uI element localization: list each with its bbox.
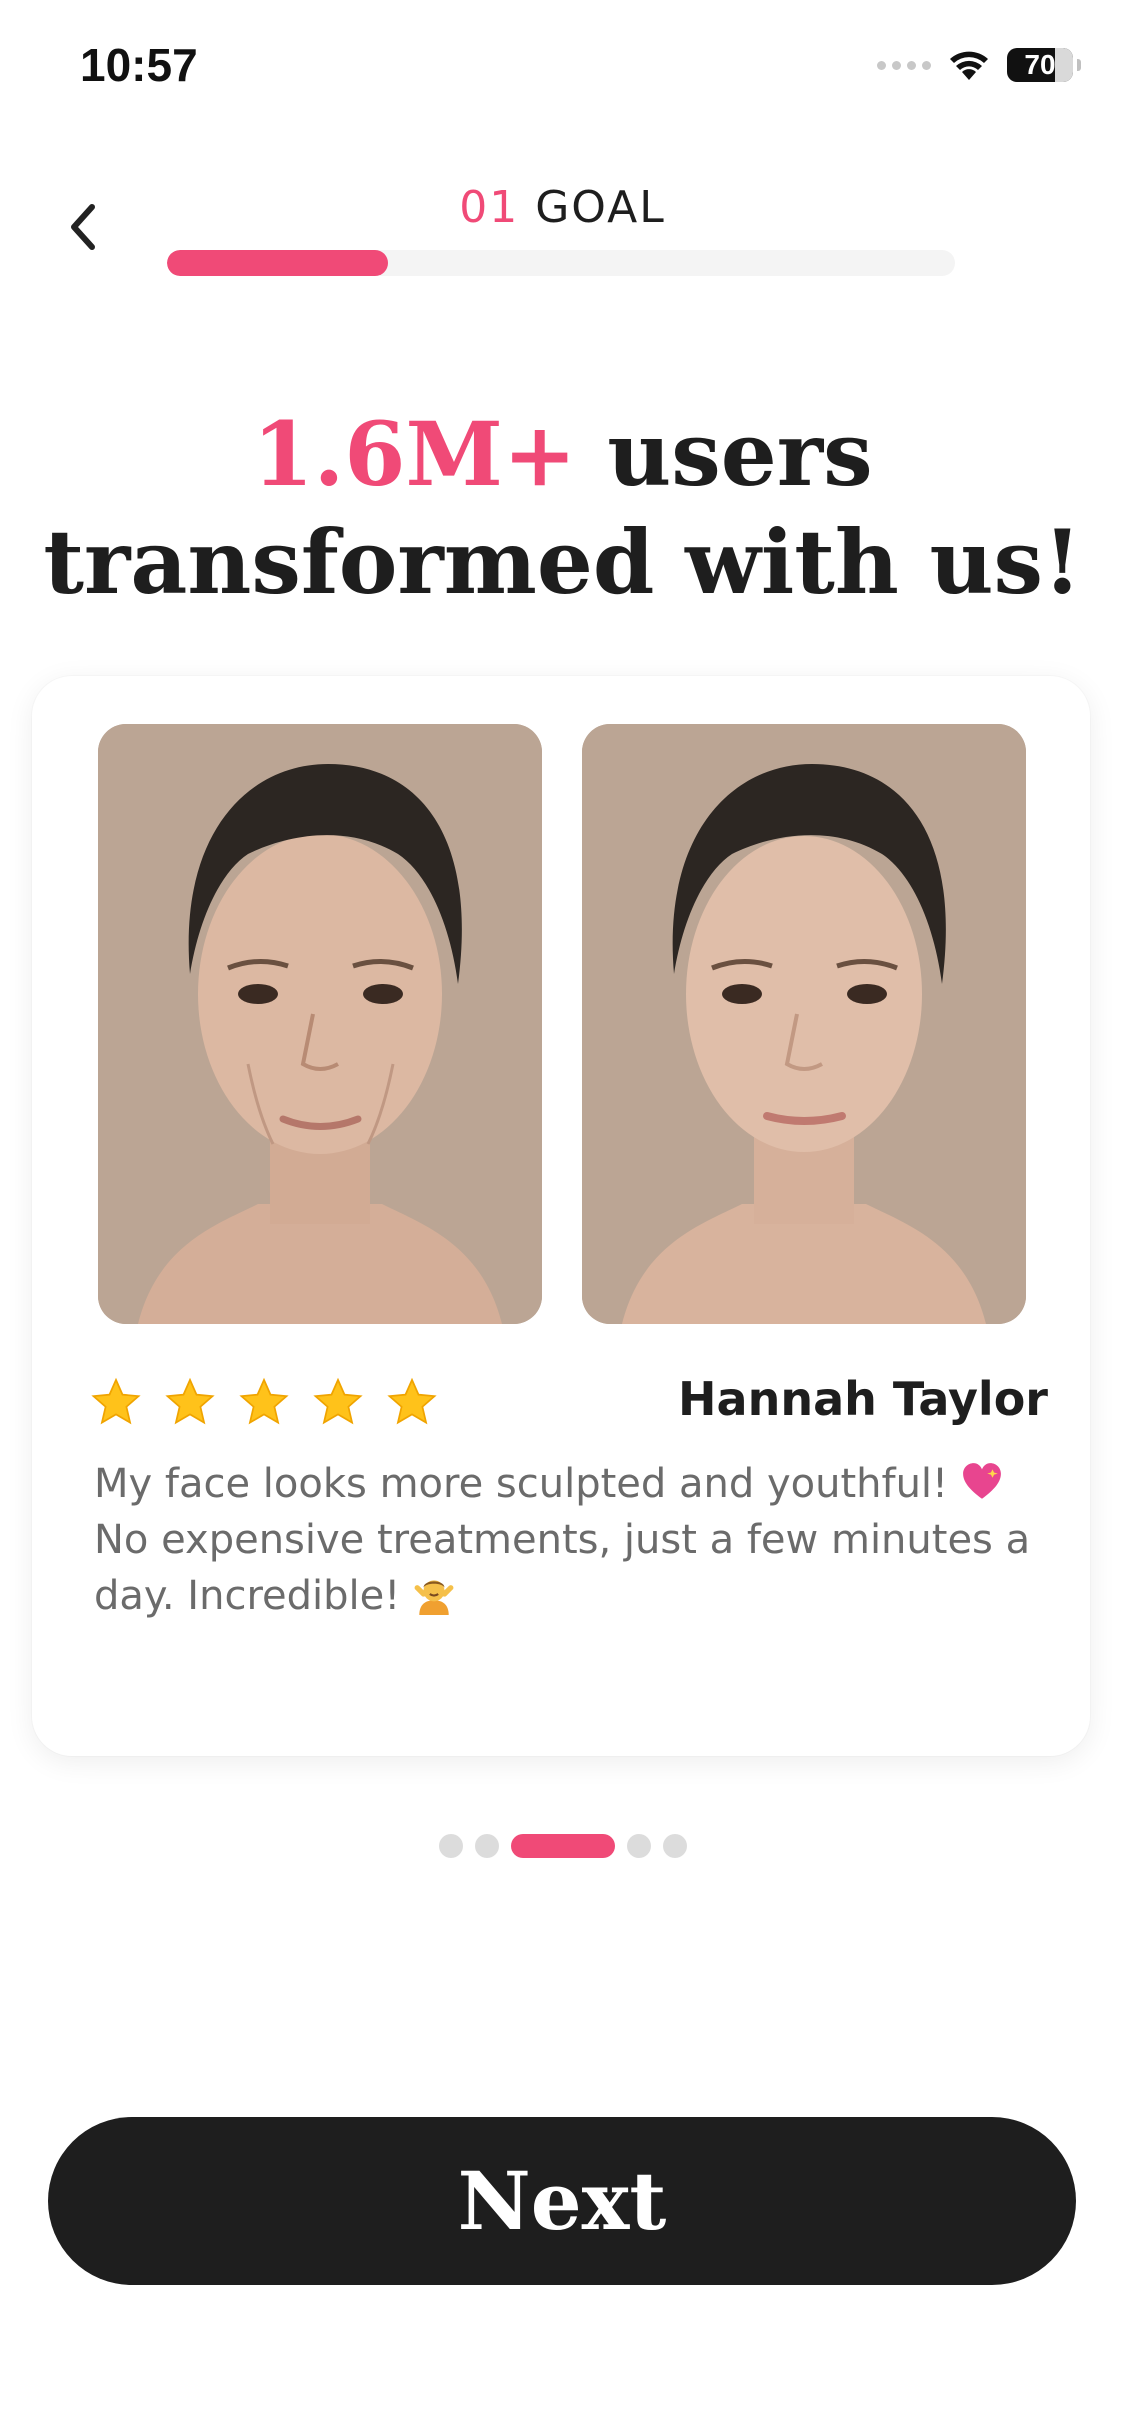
after-photo (582, 724, 1026, 1324)
review-text-line1: My face looks more sculpted and youthful… (94, 1461, 961, 1507)
wifi-icon (950, 51, 988, 80)
step-title: GOAL (535, 182, 666, 233)
review-card[interactable]: Hannah Taylor My face looks more sculpte… (32, 676, 1090, 1756)
pager-dot[interactable] (438, 1834, 463, 1858)
rating-stars (90, 1376, 438, 1428)
status-icons: 70 (877, 48, 1081, 82)
before-photo (98, 724, 542, 1324)
next-button[interactable]: Next (48, 2117, 1076, 2285)
face-massage-icon (414, 1580, 454, 1615)
reviewer-name: Hannah Taylor (678, 1372, 1048, 1426)
progress-bar (167, 250, 955, 276)
status-time: 10:57 (80, 39, 198, 91)
star-icon (387, 1377, 437, 1425)
sparkling-heart-icon (962, 1463, 1001, 1499)
battery-level: 70 (1024, 49, 1056, 80)
pager-dot[interactable] (662, 1834, 687, 1858)
carousel-pager (0, 1834, 1125, 1858)
battery-icon: 70 (1007, 48, 1073, 82)
star-icon (165, 1377, 215, 1425)
headline-line2: transformed with us! (43, 510, 1082, 614)
headline-line1: users (576, 402, 873, 506)
onboarding-screen: 10:57 70 01 GOAL 1.6M+ users transformed… (0, 0, 1125, 2436)
star-icon (239, 1377, 289, 1425)
headline: 1.6M+ users transformed with us! (0, 400, 1125, 616)
headline-user-count: 1.6M+ (252, 402, 577, 506)
star-icon (313, 1377, 363, 1425)
cellular-signal-icon (877, 60, 931, 70)
pager-dot-active[interactable] (510, 1834, 615, 1858)
pager-dot[interactable] (474, 1834, 499, 1858)
step-number: 01 (459, 182, 520, 233)
star-icon (91, 1377, 141, 1425)
review-text: My face looks more sculpted and youthful… (94, 1456, 1044, 1624)
pager-dot[interactable] (626, 1834, 651, 1858)
step-label: 01 GOAL (0, 182, 1125, 233)
review-text-line2: No expensive treatments, just a few minu… (94, 1517, 1031, 1619)
progress-bar-fill (167, 250, 388, 276)
